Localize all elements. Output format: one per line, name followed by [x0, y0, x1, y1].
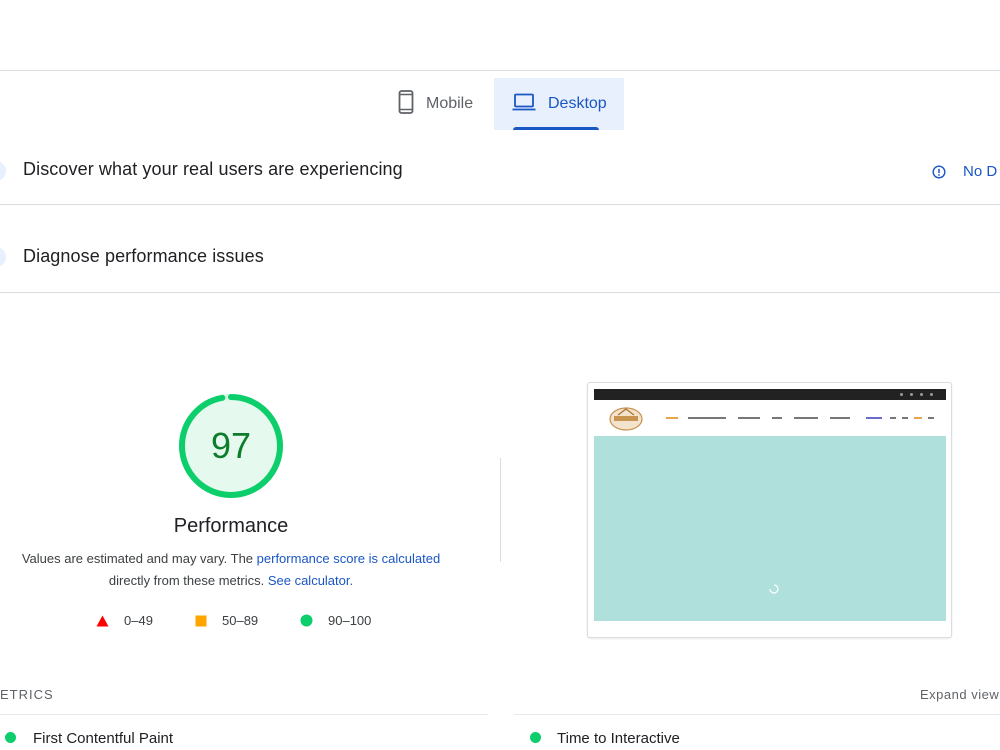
- info-icon: [932, 164, 946, 179]
- thumbnail-dot: [910, 393, 913, 396]
- top-bar: [0, 0, 1000, 71]
- field-data-title: Discover what your real users are experi…: [23, 159, 403, 179]
- thumbnail-nav: [594, 400, 946, 436]
- no-data-label: No D: [963, 163, 998, 180]
- device-tabs: Mobile Desktop: [0, 78, 1000, 130]
- thumbnail-nav-item: [902, 417, 908, 419]
- pass-status-icon: [5, 732, 16, 743]
- thumbnail-top-bar: [594, 389, 946, 400]
- score-calculated-link[interactable]: performance score is calculated: [257, 551, 441, 566]
- metric-first-contentful-paint[interactable]: First Contentful Paint: [0, 714, 488, 750]
- legend-label: 0–49: [124, 613, 153, 628]
- lab-data-title: Diagnose performance issues: [23, 246, 264, 266]
- thumbnail-nav-item: [928, 417, 934, 419]
- thumbnail-hero: [594, 436, 946, 621]
- thumbnail-nav-item: [688, 417, 726, 419]
- tab-desktop[interactable]: Desktop: [494, 78, 624, 130]
- no-data-status[interactable]: No D: [932, 163, 997, 180]
- thumbnail-nav-item: [866, 417, 882, 419]
- performance-label: Performance: [173, 515, 289, 537]
- legend-item-fail: 0–49: [96, 613, 153, 628]
- tab-mobile-label: Mobile: [426, 95, 474, 112]
- thumbnail-nav-item: [914, 417, 922, 419]
- field-data-section: Discover what your real users are experi…: [0, 130, 1000, 205]
- thumbnail-nav-item: [890, 417, 896, 419]
- desc-prefix: Values are estimated and may vary. The: [21, 551, 257, 566]
- thumbnail-nav-item: [772, 417, 782, 419]
- tab-mobile[interactable]: Mobile: [384, 78, 494, 130]
- metric-name: First Contentful Paint: [33, 730, 174, 747]
- thumbnail-dot: [900, 393, 903, 396]
- metric-time-to-interactive[interactable]: Time to Interactive: [514, 714, 1000, 750]
- final-screenshot-thumbnail[interactable]: [587, 382, 952, 638]
- desc-middle: directly from these metrics.: [108, 573, 268, 588]
- thumbnail-logo-icon: [609, 407, 643, 431]
- thumbnail-nav-item: [666, 417, 678, 419]
- thumbnail-nav-item: [794, 417, 818, 419]
- triangle-icon: [96, 615, 109, 626]
- circle-icon: [300, 614, 313, 627]
- laptop-icon: [512, 93, 536, 116]
- legend-label: 50–89: [222, 613, 259, 628]
- score-legend: 0–49 50–89 90–100: [0, 613, 462, 631]
- thumbnail-dot: [930, 393, 933, 396]
- smartphone-icon: [398, 89, 414, 119]
- thumbnail-nav-item: [738, 417, 760, 419]
- performance-description: Values are estimated and may vary. The p…: [0, 548, 462, 592]
- legend-label: 90–100: [328, 613, 372, 628]
- legend-item-average: 50–89: [195, 613, 258, 628]
- section-bullet: [0, 161, 6, 181]
- performance-score: 97: [210, 425, 252, 466]
- see-calculator-link[interactable]: See calculator.: [268, 573, 353, 588]
- legend-item-pass: 90–100: [300, 613, 371, 628]
- spinner-icon: [769, 584, 779, 594]
- thumbnail-nav-item: [830, 417, 850, 419]
- metrics-header: ETRICS: [0, 687, 54, 702]
- vertical-divider: [500, 458, 501, 562]
- section-bullet: [0, 247, 6, 267]
- pass-status-icon: [530, 732, 541, 743]
- square-icon: [195, 615, 207, 626]
- thumbnail-dot: [920, 393, 923, 396]
- metric-name: Time to Interactive: [557, 730, 680, 747]
- tab-desktop-label: Desktop: [548, 95, 607, 112]
- expand-view-toggle[interactable]: Expand view: [920, 687, 999, 702]
- lab-data-section: Diagnose performance issues: [0, 205, 1000, 293]
